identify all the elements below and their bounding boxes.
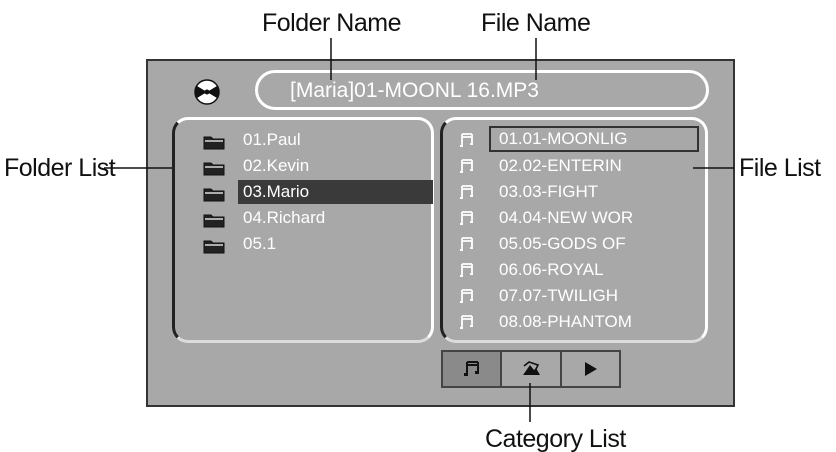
- diagram: Folder Name File Name Folder List File L…: [0, 0, 836, 452]
- leader-lines: [104, 38, 734, 422]
